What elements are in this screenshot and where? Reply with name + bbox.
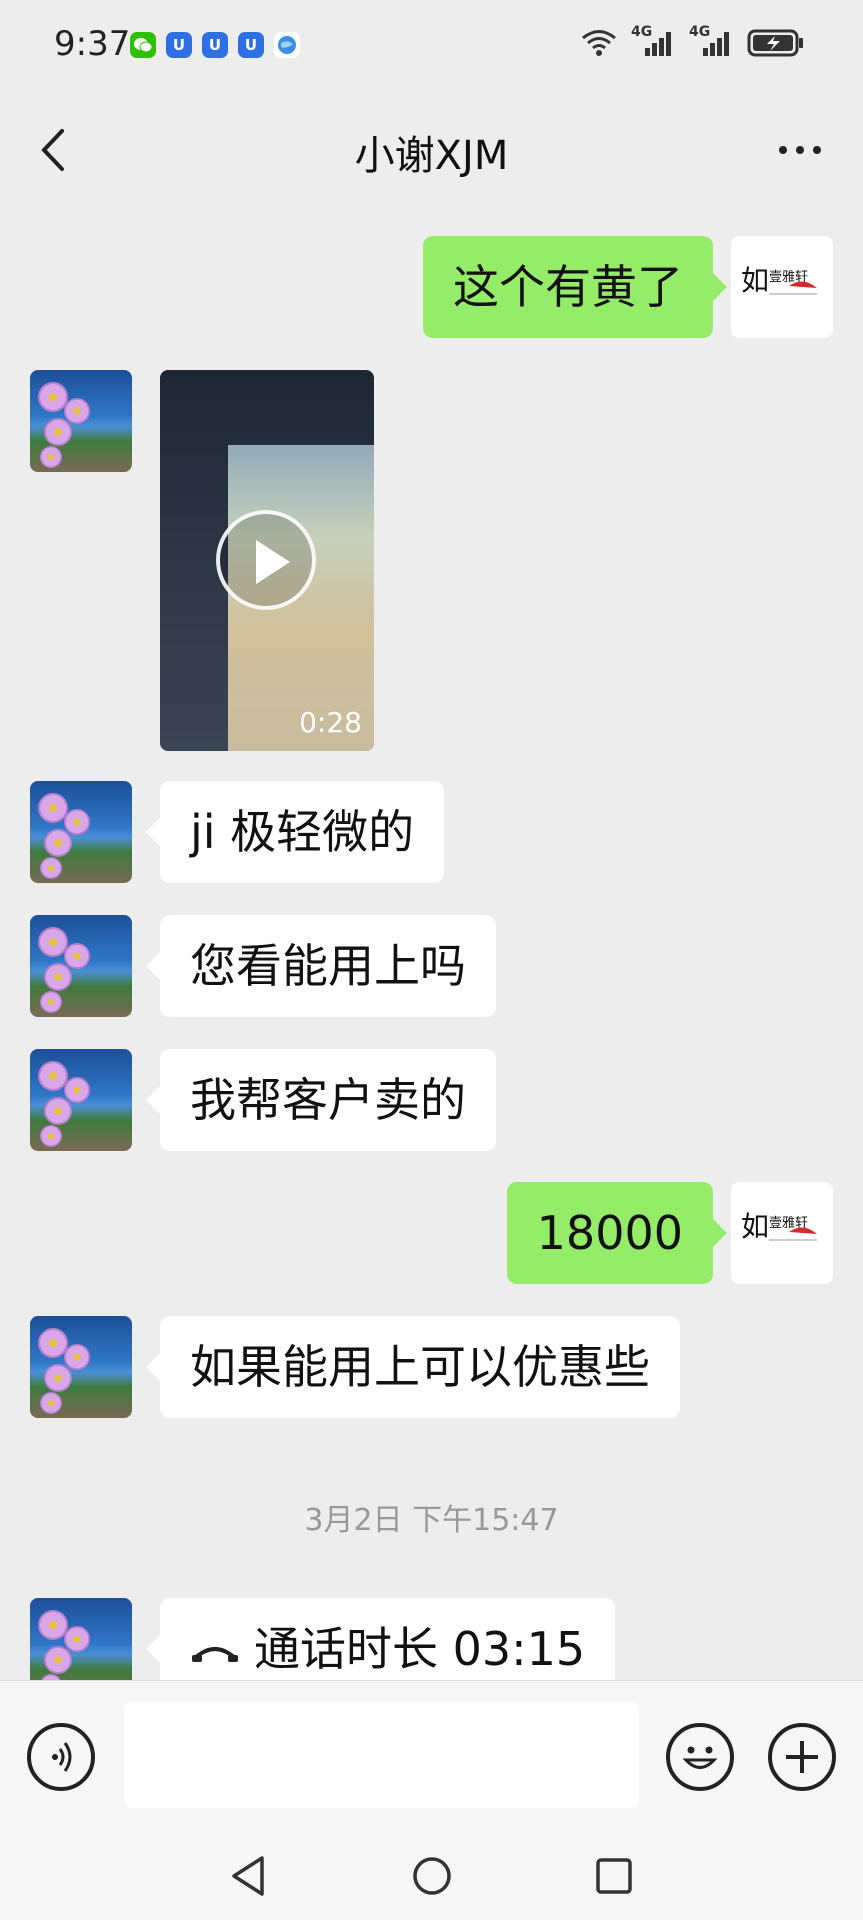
svg-text:如: 如 — [741, 1210, 769, 1243]
status-right: 4G 4G — [581, 24, 805, 58]
back-triangle-icon[interactable] — [228, 1854, 268, 1898]
contact-avatar[interactable] — [30, 915, 132, 1017]
my-avatar[interactable]: 如 壹雅轩 — [731, 236, 833, 338]
message-input[interactable] — [124, 1702, 639, 1808]
signal-4g-icon: 4G — [689, 24, 733, 58]
plus-icon[interactable] — [768, 1723, 836, 1791]
signal-4g-icon: 4G — [631, 24, 675, 58]
play-icon[interactable] — [216, 510, 316, 610]
contact-avatar[interactable] — [30, 1598, 132, 1680]
recents-square-icon[interactable] — [594, 1856, 634, 1896]
message-bubble-incoming[interactable]: 您看能用上吗 — [146, 915, 496, 1017]
globe-app-icon — [274, 32, 300, 58]
my-avatar[interactable]: 如 壹雅轩 — [731, 1182, 833, 1284]
message-bubble-outgoing[interactable]: 这个有黄了 — [423, 236, 727, 338]
contact-avatar[interactable] — [30, 1049, 132, 1151]
video-duration: 0:28 — [299, 706, 362, 739]
status-bar: 9:37 U U U 4G 4G — [0, 0, 863, 90]
video-message[interactable]: 0:28 — [160, 370, 374, 751]
contact-avatar[interactable] — [30, 1316, 132, 1418]
brand-logo-icon: 如 壹雅轩 — [741, 264, 817, 297]
phone-hangup-icon — [192, 1646, 238, 1662]
chat-title: 小谢XJM — [354, 133, 509, 179]
message-bubble-incoming[interactable]: 我帮客户卖的 — [146, 1049, 496, 1151]
call-record-bubble[interactable]: 通话时长 03:15 — [145, 1598, 616, 1680]
shield-app-icon: U — [238, 32, 264, 58]
shield-app-icon: U — [166, 32, 192, 58]
svg-text:如: 如 — [741, 264, 769, 297]
message-bubble-incoming[interactable]: 如果能用上可以优惠些 — [146, 1316, 680, 1418]
wifi-icon — [582, 30, 616, 56]
chat-header: 小谢XJM — [0, 95, 863, 205]
status-time: 9:37 — [54, 24, 131, 64]
voice-icon[interactable] — [27, 1723, 95, 1791]
more-dots-icon[interactable] — [775, 135, 825, 165]
input-bar — [0, 1680, 863, 1841]
shield-app-icon: U — [202, 32, 228, 58]
home-circle-icon[interactable] — [410, 1854, 454, 1898]
emoji-icon[interactable] — [666, 1723, 734, 1791]
wechat-icon — [130, 32, 156, 58]
notification-icons: U U U — [130, 32, 300, 58]
call-duration-label: 通话时长 03:15 — [254, 1622, 586, 1676]
battery-charging-icon — [747, 29, 803, 57]
contact-avatar[interactable] — [30, 370, 132, 472]
brand-logo-icon: 如 壹雅轩 — [741, 1210, 817, 1243]
system-nav-bar — [0, 1840, 863, 1920]
message-bubble-incoming[interactable]: ji 极轻微的 — [145, 781, 445, 883]
message-list[interactable]: 如 壹雅轩 这个有黄了 0:28 ji 极轻微的 您看能用上吗 我帮客户卖的 如… — [0, 205, 863, 1680]
message-bubble-outgoing[interactable]: 18000 — [506, 1182, 728, 1284]
contact-avatar[interactable] — [30, 781, 132, 883]
message-timestamp: 3月2日 下午15:47 — [304, 1503, 559, 1538]
